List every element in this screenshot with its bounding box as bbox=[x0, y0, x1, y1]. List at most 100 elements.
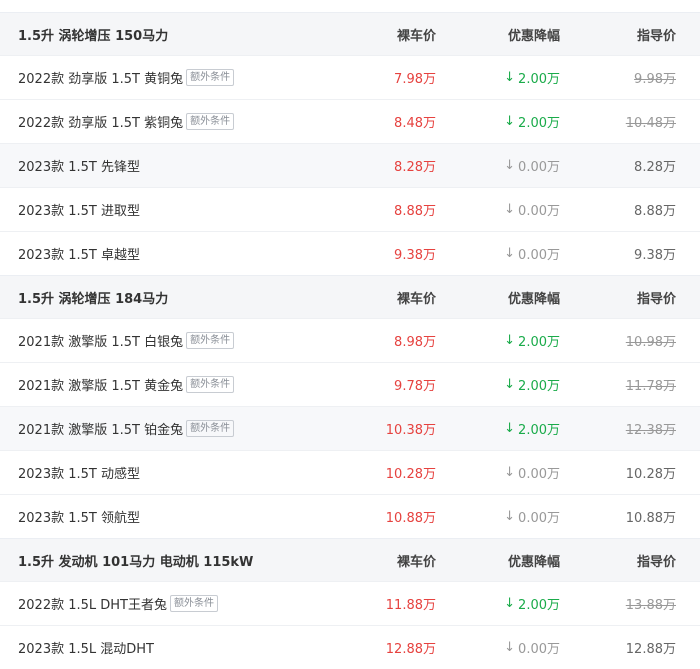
discount-value: 2.00万 bbox=[518, 379, 560, 394]
table-row[interactable]: 2022款 劲享版 1.5T 黄铜兔 额外条件 7.98万 ↓ 2.00万 9.98万 bbox=[0, 55, 700, 99]
bare-price: 11.88万 bbox=[385, 598, 436, 613]
down-arrow-icon: ↓ bbox=[504, 421, 516, 436]
table-row[interactable]: 2023款 1.5T 卓越型 9.38万 ↓ 0.00万 9.38万 bbox=[0, 231, 700, 275]
trim-name[interactable]: 2023款 1.5T 先锋型 bbox=[18, 156, 140, 175]
extra-condition-badge[interactable]: 额外条件 bbox=[186, 113, 235, 130]
trim-name-cell[interactable]: 2023款 1.5T 领航型 bbox=[18, 495, 140, 538]
table-row[interactable]: 2021款 激擎版 1.5T 铂金兔 额外条件 10.38万 ↓ 2.00万 12.38万 bbox=[0, 406, 700, 450]
discount-cell: ↓ 0.00万 bbox=[504, 232, 560, 275]
top-spacer bbox=[0, 0, 700, 12]
trim-name[interactable]: 2023款 1.5T 卓越型 bbox=[18, 244, 140, 263]
down-arrow-icon: ↓ bbox=[504, 70, 516, 85]
trim-name-cell[interactable]: 2021款 激擎版 1.5T 白银兔 额外条件 bbox=[18, 319, 235, 362]
discount-cell: ↓ 0.00万 bbox=[504, 144, 560, 187]
guide-price: 8.88万 bbox=[634, 204, 676, 219]
group-header: 1.5升 涡轮增压 150马力 裸车价 优惠降幅 指导价 bbox=[0, 12, 700, 55]
guide-price: 10.98万 bbox=[625, 335, 676, 350]
guide-price: 13.88万 bbox=[625, 598, 676, 613]
discount-value: 0.00万 bbox=[518, 204, 560, 219]
trim-name[interactable]: 2023款 1.5L 混动DHT bbox=[18, 638, 154, 657]
trim-name[interactable]: 2023款 1.5T 进取型 bbox=[18, 200, 140, 219]
trim-name-cell[interactable]: 2023款 1.5T 进取型 bbox=[18, 188, 140, 231]
table-row[interactable]: 2023款 1.5T 进取型 8.88万 ↓ 0.00万 8.88万 bbox=[0, 187, 700, 231]
trim-name[interactable]: 2023款 1.5T 动感型 bbox=[18, 463, 140, 482]
bare-price: 7.98万 bbox=[394, 72, 436, 87]
table-row[interactable]: 2023款 1.5T 先锋型 8.28万 ↓ 0.00万 8.28万 bbox=[0, 143, 700, 187]
discount-cell: ↓ 2.00万 bbox=[504, 582, 560, 625]
guide-price: 12.38万 bbox=[625, 423, 676, 438]
discount-value: 2.00万 bbox=[518, 116, 560, 131]
bare-price: 8.98万 bbox=[394, 335, 436, 350]
table-row[interactable]: 2022款 1.5L DHT王者兔 额外条件 11.88万 ↓ 2.00万 13.88万 bbox=[0, 581, 700, 625]
group-title: 1.5升 发动机 101马力 电动机 115kW bbox=[18, 554, 254, 570]
bare-price: 8.28万 bbox=[394, 160, 436, 175]
trim-name[interactable]: 2022款 1.5L DHT王者兔 bbox=[18, 594, 167, 613]
table-row[interactable]: 2021款 激擎版 1.5T 黄金兔 额外条件 9.78万 ↓ 2.00万 11.78万 bbox=[0, 362, 700, 406]
column-header-price: 裸车价 bbox=[396, 28, 436, 44]
extra-condition-badge[interactable]: 额外条件 bbox=[186, 332, 235, 349]
group-header: 1.5升 涡轮增压 184马力 裸车价 优惠降幅 指导价 bbox=[0, 275, 700, 318]
group-title: 1.5升 涡轮增压 184马力 bbox=[18, 291, 169, 307]
trim-name-cell[interactable]: 2021款 激擎版 1.5T 铂金兔 额外条件 bbox=[18, 407, 235, 450]
table-row[interactable]: 2021款 激擎版 1.5T 白银兔 额外条件 8.98万 ↓ 2.00万 10.98万 bbox=[0, 318, 700, 362]
down-arrow-icon: ↓ bbox=[504, 158, 516, 173]
guide-price: 9.38万 bbox=[634, 248, 676, 263]
trim-name-cell[interactable]: 2021款 激擎版 1.5T 黄金兔 额外条件 bbox=[18, 363, 235, 406]
trim-name-cell[interactable]: 2023款 1.5T 卓越型 bbox=[18, 232, 140, 275]
extra-condition-badge[interactable]: 额外条件 bbox=[186, 420, 235, 437]
extra-condition-badge[interactable]: 额外条件 bbox=[186, 376, 235, 393]
discount-cell: ↓ 0.00万 bbox=[504, 626, 560, 669]
trim-name-cell[interactable]: 2023款 1.5L 混动DHT bbox=[18, 626, 154, 669]
group-title: 1.5升 涡轮增压 150马力 bbox=[18, 28, 169, 44]
down-arrow-icon: ↓ bbox=[504, 202, 516, 217]
trim-name-cell[interactable]: 2023款 1.5T 先锋型 bbox=[18, 144, 140, 187]
guide-price: 9.98万 bbox=[634, 72, 676, 87]
bare-price: 10.38万 bbox=[385, 423, 436, 438]
extra-condition-badge[interactable]: 额外条件 bbox=[186, 69, 235, 86]
down-arrow-icon: ↓ bbox=[504, 596, 516, 611]
trim-name[interactable]: 2022款 劲享版 1.5T 紫铜兔 bbox=[18, 112, 183, 131]
down-arrow-icon: ↓ bbox=[504, 377, 516, 392]
table-row[interactable]: 2023款 1.5T 领航型 10.88万 ↓ 0.00万 10.88万 bbox=[0, 494, 700, 538]
guide-price: 10.28万 bbox=[625, 467, 676, 482]
trim-name[interactable]: 2021款 激擎版 1.5T 黄金兔 bbox=[18, 375, 183, 394]
trim-name-cell[interactable]: 2022款 劲享版 1.5T 紫铜兔 额外条件 bbox=[18, 100, 235, 143]
discount-cell: ↓ 0.00万 bbox=[504, 451, 560, 494]
trim-name-cell[interactable]: 2023款 1.5T 动感型 bbox=[18, 451, 140, 494]
table-row[interactable]: 2022款 劲享版 1.5T 紫铜兔 额外条件 8.48万 ↓ 2.00万 10.48万 bbox=[0, 99, 700, 143]
discount-cell: ↓ 2.00万 bbox=[504, 100, 560, 143]
discount-value: 0.00万 bbox=[518, 248, 560, 263]
down-arrow-icon: ↓ bbox=[504, 246, 516, 261]
bare-price: 8.88万 bbox=[394, 204, 436, 219]
trim-name[interactable]: 2021款 激擎版 1.5T 白银兔 bbox=[18, 331, 183, 350]
discount-value: 0.00万 bbox=[518, 467, 560, 482]
discount-cell: ↓ 2.00万 bbox=[504, 407, 560, 450]
guide-price: 10.88万 bbox=[625, 511, 676, 526]
column-header-price: 裸车价 bbox=[396, 554, 436, 570]
discount-value: 2.00万 bbox=[518, 423, 560, 438]
column-header-price: 裸车价 bbox=[396, 291, 436, 307]
discount-cell: ↓ 2.00万 bbox=[504, 363, 560, 406]
trim-name-cell[interactable]: 2022款 1.5L DHT王者兔 额外条件 bbox=[18, 582, 218, 625]
discount-value: 0.00万 bbox=[518, 642, 560, 657]
table-row[interactable]: 2023款 1.5T 动感型 10.28万 ↓ 0.00万 10.28万 bbox=[0, 450, 700, 494]
column-header-guide: 指导价 bbox=[636, 554, 676, 570]
down-arrow-icon: ↓ bbox=[504, 509, 516, 524]
guide-price: 11.78万 bbox=[625, 379, 676, 394]
trim-name[interactable]: 2022款 劲享版 1.5T 黄铜兔 bbox=[18, 68, 183, 87]
trim-name[interactable]: 2021款 激擎版 1.5T 铂金兔 bbox=[18, 419, 183, 438]
discount-cell: ↓ 2.00万 bbox=[504, 319, 560, 362]
bare-price: 8.48万 bbox=[394, 116, 436, 131]
bare-price: 12.88万 bbox=[385, 642, 436, 657]
trim-name-cell[interactable]: 2022款 劲享版 1.5T 黄铜兔 额外条件 bbox=[18, 56, 235, 99]
group-header: 1.5升 发动机 101马力 电动机 115kW 裸车价 优惠降幅 指导价 bbox=[0, 538, 700, 581]
discount-cell: ↓ 0.00万 bbox=[504, 188, 560, 231]
down-arrow-icon: ↓ bbox=[504, 333, 516, 348]
bare-price: 9.78万 bbox=[394, 379, 436, 394]
discount-cell: ↓ 2.00万 bbox=[504, 56, 560, 99]
down-arrow-icon: ↓ bbox=[504, 114, 516, 129]
table-row[interactable]: 2023款 1.5L 混动DHT 12.88万 ↓ 0.00万 12.88万 bbox=[0, 625, 700, 669]
extra-condition-badge[interactable]: 额外条件 bbox=[170, 595, 218, 612]
discount-cell: ↓ 0.00万 bbox=[504, 495, 560, 538]
trim-name[interactable]: 2023款 1.5T 领航型 bbox=[18, 507, 140, 526]
